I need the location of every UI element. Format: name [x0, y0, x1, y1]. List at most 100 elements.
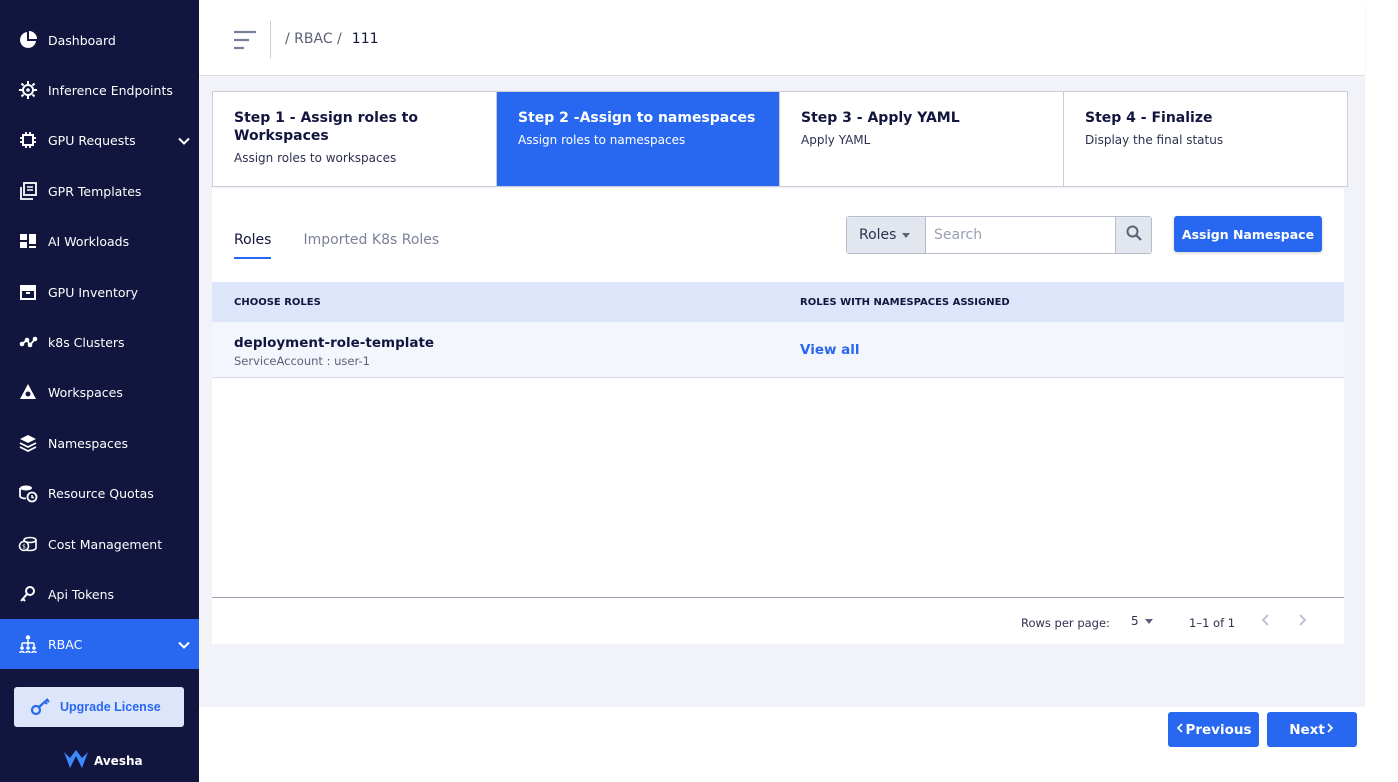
sidebar-item-resource-quotas[interactable]: Resource Quotas — [0, 468, 199, 518]
step-description: Assign roles to workspaces — [234, 151, 397, 165]
sidebar-item-label: Workspaces — [48, 384, 123, 400]
breadcrumb-current: 111 — [351, 31, 379, 47]
sidebar-item-dashboard[interactable]: Dashboard — [0, 15, 199, 65]
sidebar: Dashboard Inference Endpoints GPU Reques… — [0, 0, 199, 782]
search-button[interactable] — [1115, 217, 1151, 253]
top-header: / RBAC / 111 — [199, 0, 1365, 76]
quota-clock-icon — [17, 482, 39, 504]
assign-namespace-button[interactable]: Assign Namespace — [1174, 216, 1322, 252]
sidebar-item-label: Namespaces — [48, 435, 129, 451]
sidebar-item-namespaces[interactable]: Namespaces — [0, 418, 199, 468]
layers-icon — [17, 432, 39, 454]
sidebar-item-label: GPU Inventory — [48, 284, 139, 300]
next-button[interactable]: Next — [1267, 712, 1357, 747]
search-group: Roles — [846, 216, 1152, 254]
step-title: Step 4 - Finalize — [1085, 110, 1213, 126]
key-icon — [30, 696, 52, 719]
sidebar-item-label: k8s Clusters — [48, 334, 125, 350]
dashboard-grid-icon — [17, 230, 39, 252]
key-icon — [17, 583, 39, 605]
filter-select[interactable]: Roles — [847, 217, 926, 253]
menu-toggle-icon[interactable] — [233, 29, 257, 51]
pagination: Rows per page: 5 1–1 of 1 — [212, 597, 1344, 644]
svg-text:$: $ — [22, 544, 26, 551]
page-range: 1–1 of 1 — [1189, 616, 1236, 630]
sidebar-item-label: Resource Quotas — [48, 485, 154, 501]
column-header-roles-with-namespaces: ROLES WITH NAMESPACES ASSIGNED — [800, 296, 1010, 308]
chevron-down-icon[interactable] — [177, 133, 191, 147]
upgrade-license-label: Upgrade License — [60, 700, 161, 714]
sidebar-item-api-tokens[interactable]: Api Tokens — [0, 569, 199, 619]
sidebar-item-label: GPU Requests — [48, 132, 136, 148]
step-2[interactable]: Step 2 -Assign to namespaces Assign role… — [497, 92, 780, 186]
view-all-link[interactable]: View all — [800, 342, 860, 358]
column-header-choose-roles: CHOOSE ROLES — [234, 296, 321, 308]
sidebar-item-label: RBAC — [48, 636, 83, 652]
previous-button[interactable]: Previous — [1168, 712, 1259, 747]
sidebar-item-gpr-templates[interactable]: GPR Templates — [0, 166, 199, 216]
next-page-icon[interactable] — [1294, 612, 1310, 628]
step-1[interactable]: Step 1 - Assign roles to Workspaces Assi… — [213, 92, 497, 186]
upgrade-license-button[interactable]: Upgrade License — [14, 687, 184, 727]
sidebar-item-gpu-inventory[interactable]: GPU Inventory — [0, 267, 199, 317]
sidebar-item-label: Cost Management — [48, 536, 163, 552]
step-title: Step 2 -Assign to namespaces — [518, 110, 756, 126]
step-description: Apply YAML — [801, 133, 871, 147]
table-row[interactable]: deployment-role-template ServiceAccount … — [212, 322, 1344, 378]
sidebar-item-k8s-clusters[interactable]: k8s Clusters — [0, 317, 199, 367]
step-3[interactable]: Step 3 - Apply YAML Apply YAML — [780, 92, 1064, 186]
avesha-logo-icon — [62, 748, 90, 774]
rows-per-page-label: Rows per page: — [1021, 616, 1110, 630]
filter-select-value: Roles — [859, 227, 897, 243]
table-header: CHOOSE ROLES ROLES WITH NAMESPACES ASSIG… — [212, 282, 1344, 322]
breadcrumb: / RBAC / 111 — [285, 31, 379, 47]
caret-down-icon — [902, 232, 911, 238]
chevron-down-icon[interactable] — [177, 637, 191, 651]
rows-per-page-select[interactable]: 5 — [1131, 614, 1153, 628]
header-divider — [270, 21, 271, 58]
search-input[interactable] — [926, 217, 1115, 253]
sidebar-item-label: Inference Endpoints — [48, 82, 173, 98]
breadcrumb-path[interactable]: / RBAC / — [285, 31, 342, 47]
step-description: Assign roles to namespaces — [518, 133, 686, 147]
brand-name: Avesha — [94, 754, 143, 768]
chip-gear-icon — [17, 79, 39, 101]
tab-roles[interactable]: Roles — [234, 232, 272, 259]
step-title: Step 1 - Assign roles to Workspaces — [234, 110, 418, 144]
coins-icon: $ — [17, 533, 39, 555]
sidebar-item-cost-management[interactable]: $ Cost Management — [0, 519, 199, 569]
sidebar-item-ai-workloads[interactable]: AI Workloads — [0, 216, 199, 266]
cluster-nodes-icon — [17, 331, 39, 353]
hierarchy-icon — [17, 633, 39, 655]
sidebar-item-label: AI Workloads — [48, 233, 130, 249]
template-icon — [17, 180, 39, 202]
sidebar-item-label: Api Tokens — [48, 586, 115, 602]
workspace-triangle-icon — [17, 381, 39, 403]
sidebar-item-rbac[interactable]: RBAC — [0, 619, 199, 669]
caret-down-icon — [1144, 618, 1153, 624]
wizard-stepper: Step 1 - Assign roles to Workspaces Assi… — [212, 91, 1348, 187]
chip-icon — [17, 129, 39, 151]
sidebar-item-label: Dashboard — [48, 32, 116, 48]
tab-bar: Roles Imported K8s Roles — [234, 232, 471, 259]
archive-icon — [17, 281, 39, 303]
sidebar-item-gpu-requests[interactable]: GPU Requests — [0, 115, 199, 165]
rows-per-page-value: 5 — [1131, 614, 1139, 628]
sidebar-item-inference-endpoints[interactable]: Inference Endpoints — [0, 65, 199, 115]
chevron-right-icon — [1325, 722, 1335, 738]
role-subject: ServiceAccount : user-1 — [234, 354, 370, 368]
tab-imported-k8s-roles[interactable]: Imported K8s Roles — [303, 232, 439, 259]
step-title: Step 3 - Apply YAML — [801, 110, 960, 126]
step-description: Display the final status — [1085, 133, 1224, 147]
step-4[interactable]: Step 4 - Finalize Display the final stat… — [1064, 92, 1347, 186]
roles-panel: Roles Imported K8s Roles Roles Assign Na… — [212, 188, 1344, 644]
sidebar-item-label: GPR Templates — [48, 183, 142, 199]
brand-logo: Avesha — [62, 748, 143, 774]
chevron-left-icon — [1175, 722, 1185, 738]
role-name: deployment-role-template — [234, 335, 435, 351]
pie-chart-icon — [17, 29, 39, 51]
search-icon — [1125, 224, 1143, 246]
next-label: Next — [1289, 721, 1325, 738]
sidebar-item-workspaces[interactable]: Workspaces — [0, 367, 199, 417]
prev-page-icon[interactable] — [1258, 612, 1274, 628]
